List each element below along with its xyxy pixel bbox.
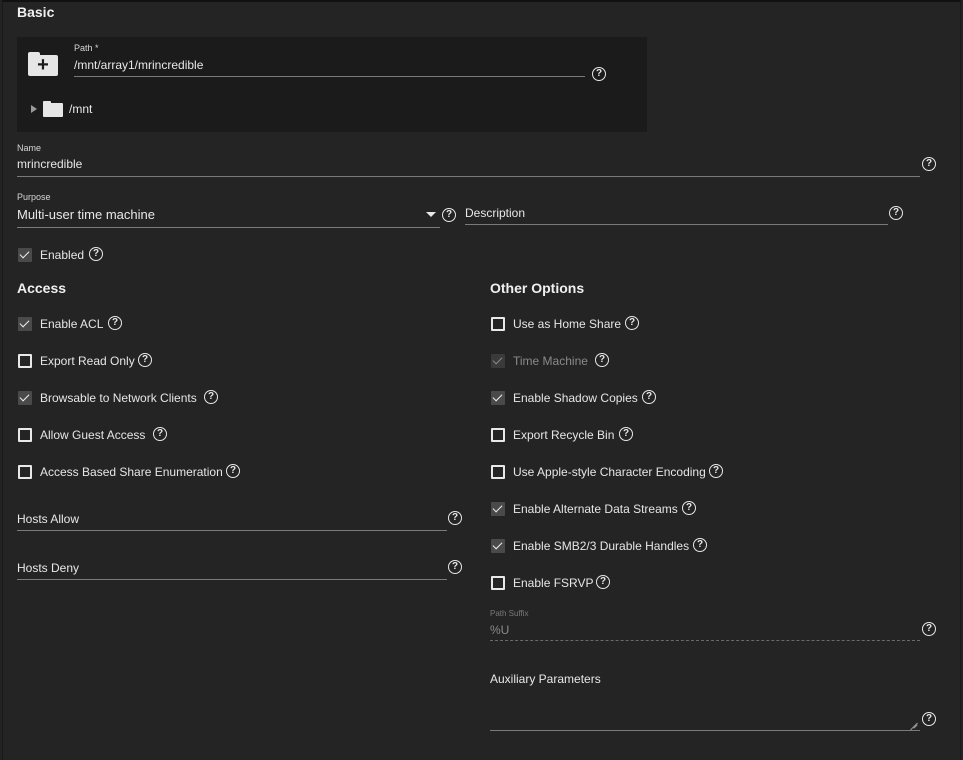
- tree-expand-icon[interactable]: [31, 105, 37, 113]
- export-read-only-label: Export Read Only: [40, 354, 135, 368]
- path-suffix-label: Path Suffix: [490, 609, 529, 618]
- path-input[interactable]: /mnt/array1/mrincredible: [74, 58, 203, 72]
- apple-encoding-help-icon[interactable]: ?: [709, 464, 723, 478]
- abse-help-icon[interactable]: ?: [226, 464, 240, 478]
- hosts-deny-help-icon[interactable]: ?: [448, 560, 462, 574]
- description-help-icon[interactable]: ?: [889, 206, 903, 220]
- hosts-allow-input[interactable]: Hosts Allow: [17, 512, 79, 526]
- description-input[interactable]: Description: [465, 206, 525, 220]
- fsrvp-checkbox[interactable]: [491, 576, 505, 590]
- path-suffix-underline: [490, 640, 920, 641]
- name-label: Name: [17, 143, 42, 153]
- path-help-icon[interactable]: ?: [592, 67, 606, 81]
- enable-acl-checkbox[interactable]: [18, 317, 32, 331]
- folder-icon: [43, 101, 63, 117]
- path-input-underline: [74, 76, 585, 77]
- browsable-checkbox[interactable]: [18, 391, 32, 405]
- purpose-label: Purpose: [17, 192, 51, 202]
- resize-handle-icon[interactable]: [910, 720, 918, 728]
- aux-params-underline: [490, 730, 920, 731]
- path-suffix-help-icon[interactable]: ?: [922, 622, 936, 636]
- folder-add-icon[interactable]: +: [28, 52, 58, 76]
- allow-guest-checkbox[interactable]: [18, 428, 32, 442]
- enabled-help-icon[interactable]: ?: [89, 247, 103, 261]
- browsable-help-icon[interactable]: ?: [204, 390, 218, 404]
- home-share-checkbox[interactable]: [491, 317, 505, 331]
- description-underline: [465, 224, 888, 225]
- alt-data-streams-checkbox[interactable]: [491, 502, 505, 516]
- hosts-deny-underline: [17, 579, 447, 580]
- chevron-down-icon[interactable]: [426, 212, 436, 217]
- abse-label: Access Based Share Enumeration: [40, 465, 223, 479]
- apple-encoding-label: Use Apple-style Character Encoding: [513, 465, 706, 479]
- enable-acl-label: Enable ACL: [40, 317, 104, 331]
- allow-guest-help-icon[interactable]: ?: [153, 427, 167, 441]
- durable-handles-help-icon[interactable]: ?: [693, 538, 707, 552]
- enabled-label: Enabled: [40, 248, 85, 262]
- home-share-help-icon[interactable]: ?: [625, 316, 639, 330]
- fsrvp-label: Enable FSRVP: [513, 576, 594, 590]
- home-share-label: Use as Home Share: [513, 317, 622, 331]
- alt-data-streams-help-icon[interactable]: ?: [682, 501, 696, 515]
- shadow-copies-label: Enable Shadow Copies: [513, 391, 638, 405]
- recycle-bin-label: Export Recycle Bin: [513, 428, 615, 442]
- aux-params-help-icon[interactable]: ?: [922, 712, 936, 726]
- shadow-copies-checkbox[interactable]: [491, 391, 505, 405]
- name-help-icon[interactable]: ?: [922, 157, 936, 171]
- export-read-only-checkbox[interactable]: [18, 354, 32, 368]
- purpose-help-icon[interactable]: ?: [442, 208, 456, 222]
- other-options-heading: Other Options: [490, 280, 585, 296]
- enabled-checkbox[interactable]: [18, 248, 32, 262]
- path-label: Path *: [74, 43, 99, 53]
- purpose-select[interactable]: Multi-user time machine: [17, 207, 155, 222]
- apple-encoding-checkbox[interactable]: [491, 465, 505, 479]
- name-underline: [17, 176, 920, 177]
- durable-handles-checkbox[interactable]: [491, 539, 505, 553]
- hosts-allow-help-icon[interactable]: ?: [448, 511, 462, 525]
- time-machine-checkbox: [491, 354, 505, 368]
- shadow-copies-help-icon[interactable]: ?: [642, 390, 656, 404]
- enable-acl-help-icon[interactable]: ?: [108, 316, 122, 330]
- path-explorer: + Path * /mnt/array1/mrincredible ? /mnt: [17, 37, 647, 132]
- durable-handles-label: Enable SMB2/3 Durable Handles: [513, 539, 690, 553]
- hosts-deny-input[interactable]: Hosts Deny: [17, 561, 79, 575]
- tree-node-mnt[interactable]: /mnt: [69, 102, 92, 116]
- export-read-only-help-icon[interactable]: ?: [138, 353, 152, 367]
- recycle-bin-help-icon[interactable]: ?: [619, 427, 633, 441]
- time-machine-help-icon[interactable]: ?: [595, 353, 609, 367]
- basic-heading: Basic: [17, 4, 55, 20]
- recycle-bin-checkbox[interactable]: [491, 428, 505, 442]
- alt-data-streams-label: Enable Alternate Data Streams: [513, 502, 678, 516]
- allow-guest-label: Allow Guest Access: [40, 428, 146, 442]
- name-input[interactable]: mrincredible: [17, 157, 82, 171]
- access-heading: Access: [17, 280, 67, 296]
- purpose-underline: [17, 227, 440, 228]
- abse-checkbox[interactable]: [18, 465, 32, 479]
- hosts-allow-underline: [17, 530, 447, 531]
- path-suffix-input: %U: [490, 623, 510, 637]
- aux-params-label: Auxiliary Parameters: [490, 672, 601, 686]
- aux-params-textarea[interactable]: [490, 690, 920, 730]
- fsrvp-help-icon[interactable]: ?: [596, 575, 610, 589]
- time-machine-label: Time Machine: [513, 354, 588, 368]
- browsable-label: Browsable to Network Clients: [40, 391, 197, 405]
